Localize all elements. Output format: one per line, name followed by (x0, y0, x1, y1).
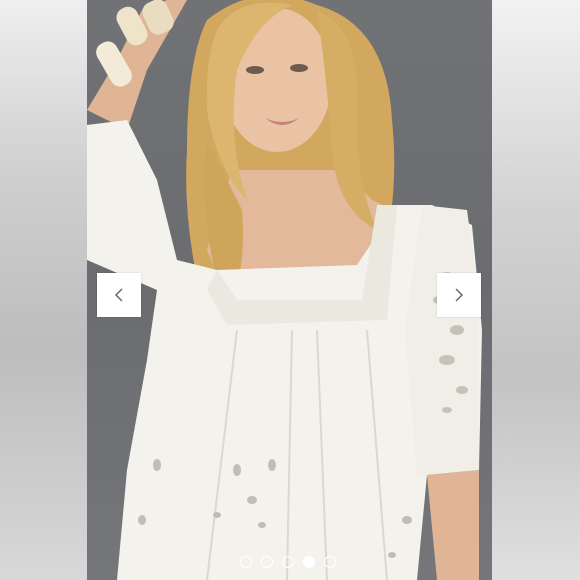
product-photo (87, 0, 492, 580)
carousel-dot-5[interactable] (324, 556, 336, 568)
previous-image-button[interactable] (97, 273, 141, 317)
blurred-backdrop-left (0, 0, 87, 580)
carousel-dot-2[interactable] (261, 556, 273, 568)
carousel-dot-3[interactable] (282, 556, 294, 568)
carousel-pagination (240, 556, 336, 568)
next-image-button[interactable] (437, 273, 481, 317)
chevron-left-icon (113, 287, 125, 303)
carousel-dot-4[interactable] (303, 556, 315, 568)
carousel-dot-1[interactable] (240, 556, 252, 568)
image-viewer (0, 0, 580, 580)
model-illustration (87, 0, 482, 580)
chevron-right-icon (453, 287, 465, 303)
blurred-backdrop-right (492, 0, 580, 580)
